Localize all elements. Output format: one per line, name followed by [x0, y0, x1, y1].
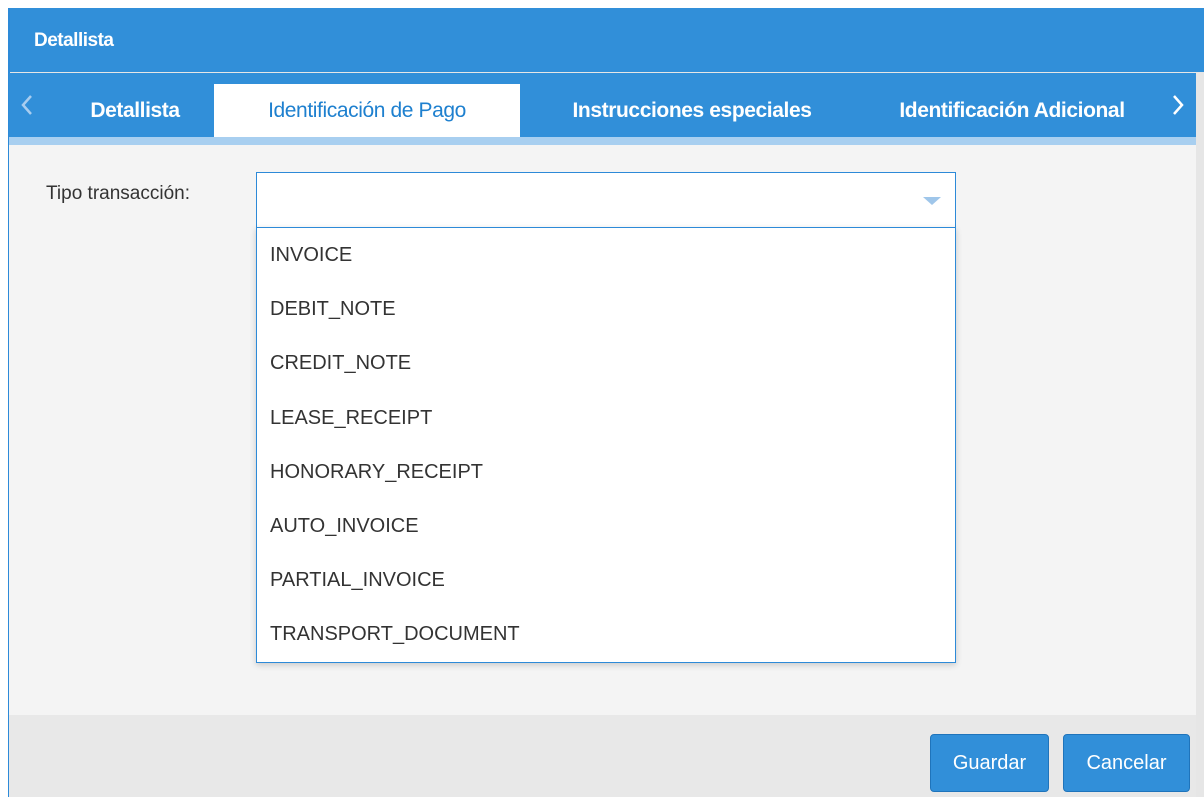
option-credit-note[interactable]: CREDIT_NOTE [257, 336, 955, 390]
chevron-down-icon[interactable] [923, 197, 941, 205]
tab-scroll-right-icon[interactable] [1160, 73, 1196, 137]
tab-instrucciones-especiales[interactable]: Instrucciones especiales [529, 84, 855, 137]
cancel-button[interactable]: Cancelar [1063, 734, 1190, 792]
tipo-transaccion-label: Tipo transacción: [46, 183, 190, 204]
option-auto-invoice[interactable]: AUTO_INVOICE [257, 499, 955, 553]
tipo-transaccion-dropdown: INVOICE DEBIT_NOTE CREDIT_NOTE LEASE_REC… [256, 227, 956, 663]
tab-strip-underline [9, 137, 1196, 145]
tab-scroll-left-icon[interactable] [9, 73, 45, 137]
tab-identificacion-adicional[interactable]: Identificación Adicional [864, 84, 1160, 137]
option-debit-note[interactable]: DEBIT_NOTE [257, 282, 955, 336]
save-button[interactable]: Guardar [930, 734, 1049, 792]
tipo-transaccion-select[interactable] [256, 172, 956, 228]
option-invoice[interactable]: INVOICE [257, 228, 955, 282]
dialog-titlebar: Detallista [10, 8, 1204, 72]
tab-identificacion-de-pago[interactable]: Identificación de Pago [214, 84, 520, 137]
option-honorary-receipt[interactable]: HONORARY_RECEIPT [257, 445, 955, 499]
tab-strip: Detallista Identificación de Pago Instru… [9, 73, 1196, 137]
option-lease-receipt[interactable]: LEASE_RECEIPT [257, 391, 955, 445]
option-partial-invoice[interactable]: PARTIAL_INVOICE [257, 553, 955, 607]
dialog-title: Detallista [34, 30, 114, 51]
option-transport-document[interactable]: TRANSPORT_DOCUMENT [257, 607, 955, 661]
tab-detallista[interactable]: Detallista [59, 84, 211, 137]
